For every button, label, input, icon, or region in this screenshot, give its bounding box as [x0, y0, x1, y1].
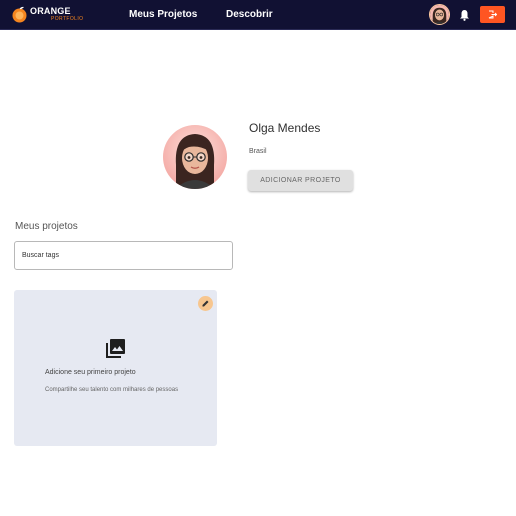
image-gallery-icon	[106, 339, 125, 358]
empty-card-description: Compartilhe seu talento com milhares de …	[45, 387, 179, 393]
brand-logo[interactable]: ORANGE PORTFOLIO	[11, 5, 83, 25]
section-title-my-projects: Meus projetos	[15, 221, 78, 232]
nav-link-my-projects[interactable]: Meus Projetos	[129, 9, 197, 20]
empty-card-title: Adicione seu primeiro projeto	[45, 369, 136, 376]
user-name: Olga Mendes	[249, 121, 321, 135]
orange-logo-icon	[12, 6, 27, 23]
nav-link-discover[interactable]: Descobrir	[226, 9, 273, 20]
edit-button[interactable]	[198, 296, 213, 311]
add-project-button[interactable]: ADICIONAR PROJETO	[248, 170, 353, 191]
pencil-icon	[202, 300, 209, 307]
top-navbar: ORANGE PORTFOLIO Meus Projetos Descobrir	[0, 0, 516, 30]
empty-project-card[interactable]: Adicione seu primeiro projeto Compartilh…	[14, 290, 217, 446]
user-avatar[interactable]	[429, 4, 450, 25]
logo-text: ORANGE	[30, 6, 71, 16]
search-tags-input[interactable]	[14, 241, 233, 270]
logout-button[interactable]	[480, 6, 505, 23]
avatar-portrait-icon	[430, 5, 449, 24]
user-country: Brasil	[249, 148, 267, 155]
logout-icon	[488, 10, 497, 19]
bell-icon[interactable]	[459, 9, 470, 21]
profile-portrait-icon	[163, 125, 227, 189]
profile-avatar	[163, 125, 227, 189]
logo-subtext: PORTFOLIO	[51, 16, 84, 22]
